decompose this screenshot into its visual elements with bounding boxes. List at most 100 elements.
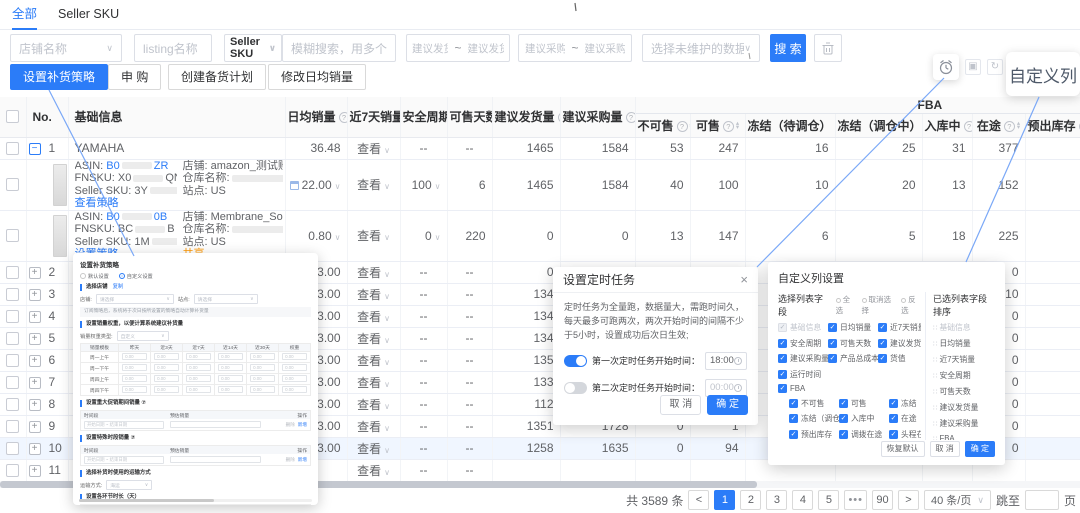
weight-input[interactable]: 0.00: [250, 353, 275, 360]
set-replenish-strategy-button[interactable]: 设置补货策略: [10, 64, 108, 90]
radio-default[interactable]: 默认设置: [80, 273, 109, 280]
weight-input[interactable]: 0.00: [122, 386, 147, 393]
expand-row-icon[interactable]: +: [29, 443, 41, 455]
page-button[interactable]: 1: [714, 490, 735, 510]
col-daily-sales[interactable]: 日均销量?▴▾: [285, 97, 347, 137]
view-sales-link[interactable]: 查看∨: [357, 332, 390, 346]
field-checkbox-item[interactable]: ✓产品总成本: [828, 353, 878, 364]
sorted-field-item[interactable]: ∷近7天销量: [933, 354, 995, 365]
field-checkbox-item[interactable]: ✓建议发货量: [878, 338, 921, 349]
delete-link[interactable]: 删除: [286, 422, 295, 427]
first-task-time-input[interactable]: 18:00: [705, 352, 747, 370]
weight-type-select[interactable]: 自定义∨: [117, 331, 169, 341]
daily-sales-editor[interactable]: 0.80∨: [308, 229, 340, 243]
second-task-toggle[interactable]: [564, 382, 587, 394]
row-checkbox[interactable]: [6, 354, 19, 367]
search-button[interactable]: 搜 索: [770, 34, 806, 62]
field-checkbox-item[interactable]: ✓调拨在途: [839, 429, 889, 440]
weight-input[interactable]: 0.00: [122, 375, 147, 382]
page-button[interactable]: 3: [766, 490, 787, 510]
copy-link[interactable]: 复制: [113, 284, 124, 290]
field-checkbox-item[interactable]: ✓可售: [839, 398, 889, 409]
view-sales-link[interactable]: 查看∨: [357, 464, 390, 478]
jump-page-input[interactable]: [1025, 490, 1059, 510]
sorted-field-item[interactable]: ∷建议发货量: [933, 402, 995, 413]
close-icon[interactable]: ×: [740, 273, 748, 286]
view-sales-link[interactable]: 查看∨: [357, 398, 390, 412]
drag-handle-icon[interactable]: ∷: [933, 420, 936, 428]
view-sales-link[interactable]: 查看∨: [357, 229, 390, 243]
row-checkbox[interactable]: [6, 178, 19, 191]
weight-input[interactable]: 0.00: [154, 364, 179, 371]
col-inbound[interactable]: 入库中?▴▾: [922, 113, 972, 137]
select-mode-radio[interactable]: 取消选择: [862, 294, 896, 316]
row-checkbox[interactable]: [6, 464, 19, 477]
weight-input[interactable]: 0.00: [186, 386, 211, 393]
suggest-ship-range-input[interactable]: 建议发货量 ~ 建议发货量: [406, 34, 510, 62]
drag-handle-icon[interactable]: ∷: [933, 356, 936, 364]
row-checkbox[interactable]: [6, 332, 19, 345]
field-checkbox-item[interactable]: ✓日均销量: [828, 322, 878, 333]
field-checkbox-item[interactable]: ✓头程在途: [889, 429, 921, 440]
field-checkbox-item[interactable]: ✓运行时间: [778, 369, 921, 380]
view-sales-link[interactable]: 查看∨: [357, 288, 390, 302]
expand-row-icon[interactable]: +: [29, 333, 41, 345]
row-checkbox[interactable]: [6, 142, 19, 155]
view-sales-link[interactable]: 查看∨: [357, 420, 390, 434]
expand-row-icon[interactable]: +: [29, 289, 41, 301]
page-button[interactable]: 2: [740, 490, 761, 510]
col-in-transit[interactable]: 在途?▴▾: [972, 113, 1025, 137]
first-task-toggle[interactable]: [564, 355, 587, 367]
view-sales-link[interactable]: 查看∨: [357, 310, 390, 324]
sorted-field-item[interactable]: ∷建议采购量: [933, 418, 995, 429]
weight-input[interactable]: 0.00: [282, 364, 307, 371]
drag-handle-icon[interactable]: ∷: [933, 340, 936, 348]
field-checkbox-item[interactable]: ✓不可售: [789, 398, 839, 409]
row-checkbox[interactable]: [6, 376, 19, 389]
tab-seller-sku[interactable]: Seller SKU: [58, 0, 119, 30]
date-range-input[interactable]: 开始日期 ~ 结束日期: [84, 456, 164, 464]
help-icon[interactable]: ?: [1004, 121, 1015, 132]
field-checkbox-item[interactable]: ✓建议采购量: [778, 353, 828, 364]
radio-custom[interactable]: 自定义设置: [119, 273, 153, 280]
select-mode-radio[interactable]: 全选: [836, 294, 856, 316]
row-checkbox[interactable]: [6, 398, 19, 411]
sort-icon[interactable]: ▴▾: [1017, 122, 1020, 131]
help-icon[interactable]: ?: [723, 121, 734, 132]
safety-period-editor[interactable]: 100∨: [412, 178, 441, 192]
fuzzy-search-input[interactable]: 模糊搜索，用多个空格...: [282, 34, 396, 62]
add-link[interactable]: 新增: [298, 457, 307, 462]
asin-value[interactable]: B0ZR: [106, 160, 168, 172]
help-icon[interactable]: ?: [339, 112, 347, 123]
sorted-field-item[interactable]: ∷FBA: [933, 434, 995, 440]
row-checkbox[interactable]: [6, 229, 19, 242]
col-suggest-ship[interactable]: 建议发货量?▴▾: [492, 97, 560, 137]
safety-period-editor[interactable]: 0∨: [425, 229, 441, 243]
weight-input[interactable]: 0.00: [282, 375, 307, 382]
field-checkbox-item[interactable]: ✓预出库存: [789, 429, 839, 440]
col-suggest-purchase[interactable]: 建议采购量?▴▾: [560, 97, 635, 137]
row-checkbox[interactable]: [6, 266, 19, 279]
drag-handle-icon[interactable]: ∷: [933, 435, 936, 441]
row-checkbox[interactable]: [6, 288, 19, 301]
apply-purchase-button[interactable]: 申 购: [108, 64, 161, 90]
collapse-row-icon[interactable]: −: [29, 143, 41, 155]
row-checkbox[interactable]: [6, 442, 19, 455]
prev-page-button[interactable]: <: [688, 490, 709, 510]
drag-handle-icon[interactable]: ∷: [933, 372, 936, 380]
help-icon[interactable]: ?: [677, 121, 688, 132]
timer-cancel-button[interactable]: 取 消: [660, 395, 701, 415]
sorted-field-item[interactable]: ∷安全周期: [933, 370, 995, 381]
help-icon[interactable]: ?: [964, 121, 972, 132]
popup-site-select[interactable]: 请选择∨: [194, 294, 258, 304]
weight-input[interactable]: 0.00: [282, 353, 307, 360]
expand-row-icon[interactable]: +: [29, 465, 41, 477]
field-checkbox-item[interactable]: ✓冻结（调仓中）: [789, 413, 839, 424]
sorted-field-item[interactable]: ∷日均销量: [933, 338, 995, 349]
col-sellable[interactable]: 可售?▴▾: [690, 113, 745, 137]
col-frozen-wait[interactable]: 冻结（待调仓）?▴▾: [745, 113, 835, 137]
field-checkbox-item[interactable]: ✓货值: [878, 353, 921, 364]
page-button[interactable]: 4: [792, 490, 813, 510]
date-range-input[interactable]: 开始日期 ~ 结束日期: [84, 421, 164, 429]
weight-input[interactable]: 0.00: [218, 386, 243, 393]
